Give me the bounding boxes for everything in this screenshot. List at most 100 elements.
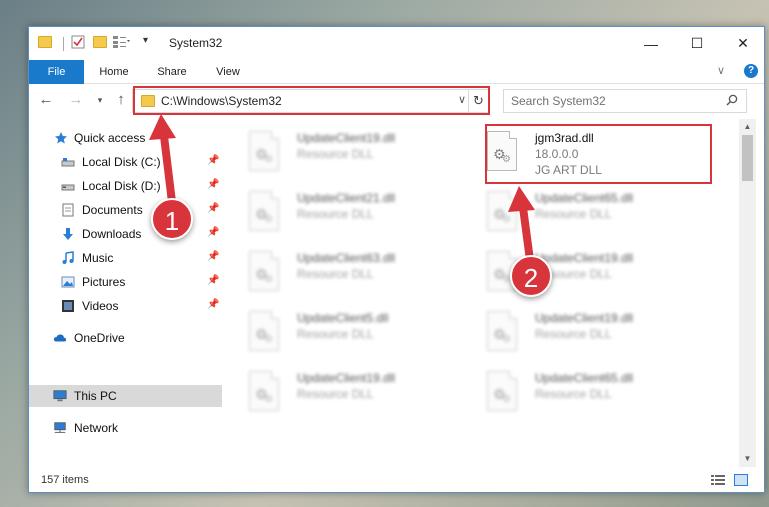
drive-icon xyxy=(61,158,75,167)
file-type: Resource DLL xyxy=(535,327,612,341)
file-item[interactable]: ⚙ ⚙ UpdateClient65.dll Resource DLL xyxy=(465,185,693,241)
tab-home[interactable]: Home xyxy=(89,60,139,84)
file-name: UpdateClient19.dll xyxy=(535,311,634,325)
details-view-icon[interactable] xyxy=(711,474,725,486)
minimize-button[interactable]: — xyxy=(628,27,674,60)
sidebar-item-local-disk-c[interactable]: Local Disk (C:) 📌 xyxy=(29,151,222,173)
file-item[interactable]: ⚙ ⚙ UpdateClient19.dll Resource DLL xyxy=(465,305,693,361)
sidebar-item-documents[interactable]: Documents 📌 xyxy=(29,199,222,221)
pin-icon[interactable]: 📌 xyxy=(207,227,219,238)
address-path[interactable]: C:\Windows\System32 xyxy=(161,94,282,108)
new-folder-icon[interactable] xyxy=(93,36,107,48)
properties-icon[interactable] xyxy=(71,35,85,49)
title-bar: ▾ System32 — ☐ ✕ xyxy=(29,27,764,60)
pin-icon[interactable]: 📌 xyxy=(207,203,219,214)
dll-file-icon: ⚙ ⚙ xyxy=(487,311,517,351)
help-icon[interactable]: ? xyxy=(744,64,758,78)
scroll-up-icon[interactable]: ▲ xyxy=(739,119,756,135)
pin-icon[interactable]: 📌 xyxy=(207,251,219,262)
explorer-window: ▾ System32 — ☐ ✕ File Home Share View ∨ … xyxy=(28,26,765,493)
dll-file-icon: ⚙ ⚙ xyxy=(249,311,279,351)
file-item-jgm3rad[interactable]: ⚙ ⚙ jgm3rad.dll 18.0.0.0 JG ART DLL xyxy=(465,125,693,181)
file-name: UpdateClient19.dll xyxy=(297,131,396,145)
status-bar: 157 items xyxy=(29,467,764,493)
file-name: UpdateClient65.dll xyxy=(535,191,634,205)
vertical-scrollbar[interactable]: ▲ ▼ xyxy=(739,119,756,467)
sidebar-item-label: Music xyxy=(82,251,114,265)
sidebar-item-quick-access[interactable]: Quick access xyxy=(29,127,222,149)
file-item[interactable]: ⚙ ⚙ UpdateClient63.dll Resource DLL xyxy=(227,245,455,301)
recent-locations-icon[interactable]: ▾ xyxy=(91,91,109,109)
sidebar-item-videos[interactable]: Videos 📌 xyxy=(29,295,222,317)
sidebar-item-this-pc[interactable]: This PC xyxy=(29,385,222,407)
navigation-pane: Quick access Local Disk (C:) 📌 Local Dis… xyxy=(29,119,222,464)
videos-icon xyxy=(62,300,74,312)
file-item[interactable]: ⚙ ⚙ UpdateClient19.dll Resource DLL xyxy=(227,365,455,421)
search-icon[interactable] xyxy=(726,94,738,106)
tab-view[interactable]: View xyxy=(205,60,251,84)
search-box[interactable]: Search System32 xyxy=(503,89,747,113)
scroll-thumb[interactable] xyxy=(742,135,753,181)
file-item[interactable]: ⚙ ⚙ UpdateClient5.dll Resource DLL xyxy=(227,305,455,361)
annotation-badge-1: 1 xyxy=(151,198,193,240)
pin-icon[interactable]: 📌 xyxy=(207,275,219,286)
up-arrow-icon[interactable]: ↑ xyxy=(112,91,130,109)
sidebar-item-label: Network xyxy=(74,421,119,435)
maximize-button[interactable]: ☐ xyxy=(674,27,720,60)
pin-icon[interactable]: 📌 xyxy=(207,155,219,166)
scroll-down-icon[interactable]: ▼ xyxy=(739,451,756,467)
pin-icon[interactable]: 📌 xyxy=(207,299,219,310)
close-button[interactable]: ✕ xyxy=(720,27,766,60)
sidebar-item-local-disk-d[interactable]: Local Disk (D:) 📌 xyxy=(29,175,222,197)
folder-icon xyxy=(141,95,155,107)
file-type: Resource DLL xyxy=(297,207,374,221)
tab-share[interactable]: Share xyxy=(147,60,197,84)
file-item[interactable]: ⚙ ⚙ UpdateClient19.dll Resource DLL xyxy=(227,125,455,181)
annotation-badge-2: 2 xyxy=(510,255,552,297)
sidebar-item-pictures[interactable]: Pictures 📌 xyxy=(29,271,222,293)
address-bar[interactable]: C:\Windows\System32 ∨ ↻ xyxy=(132,89,489,113)
toolbar-separator xyxy=(63,37,64,51)
pictures-icon xyxy=(61,276,75,288)
file-item[interactable]: ⚙ ⚙ UpdateClient21.dll Resource DLL xyxy=(227,185,455,241)
drive-icon xyxy=(61,184,75,191)
dll-file-icon: ⚙ ⚙ xyxy=(487,131,517,171)
window-title: System32 xyxy=(169,36,223,50)
file-name: UpdateClient19.dll xyxy=(535,251,634,265)
file-name: UpdateClient21.dll xyxy=(297,191,396,205)
sidebar-item-onedrive[interactable]: OneDrive xyxy=(29,327,222,349)
dll-file-icon: ⚙ ⚙ xyxy=(249,131,279,171)
file-item[interactable]: ⚙ ⚙ UpdateClient19.dll Resource DLL xyxy=(465,245,693,301)
tab-file[interactable]: File xyxy=(29,60,84,84)
sidebar-item-network[interactable]: Network xyxy=(29,417,222,439)
search-input[interactable]: Search System32 xyxy=(511,94,606,108)
refresh-icon[interactable]: ↻ xyxy=(468,90,488,112)
sidebar-item-label: Quick access xyxy=(74,131,146,145)
sidebar-item-music[interactable]: Music 📌 xyxy=(29,247,222,269)
large-icons-view-icon[interactable] xyxy=(734,474,748,486)
file-name: jgm3rad.dll xyxy=(535,131,594,145)
file-type: JG ART DLL xyxy=(535,163,602,177)
sidebar-item-label: Local Disk (C:) xyxy=(82,155,161,169)
forward-arrow-icon[interactable]: → xyxy=(67,91,85,109)
chevron-down-icon[interactable]: ∨ xyxy=(458,93,466,106)
dll-file-icon: ⚙ ⚙ xyxy=(487,191,517,231)
dll-file-icon: ⚙ ⚙ xyxy=(249,251,279,291)
file-type: Resource DLL xyxy=(297,387,374,401)
file-type: Resource DLL xyxy=(297,267,374,281)
sidebar-item-label: Downloads xyxy=(82,227,142,241)
sidebar-item-downloads[interactable]: Downloads 📌 xyxy=(29,223,222,245)
layout-icon[interactable] xyxy=(113,36,130,48)
expand-ribbon-icon[interactable]: ∨ xyxy=(717,64,725,77)
computer-icon xyxy=(53,390,67,402)
file-item[interactable]: ⚙ ⚙ UpdateClient65.dll Resource DLL xyxy=(465,365,693,421)
pin-icon[interactable]: 📌 xyxy=(207,179,219,190)
customize-toolbar-icon[interactable]: ▾ xyxy=(143,35,157,47)
back-arrow-icon[interactable]: ← xyxy=(37,91,55,109)
sidebar-item-label: This PC xyxy=(74,389,117,403)
sidebar-item-label: OneDrive xyxy=(74,331,125,345)
file-type: Resource DLL xyxy=(535,387,612,401)
file-name: UpdateClient65.dll xyxy=(535,371,634,385)
sidebar-item-label: Local Disk (D:) xyxy=(82,179,161,193)
sidebar-item-label: Videos xyxy=(82,299,119,313)
